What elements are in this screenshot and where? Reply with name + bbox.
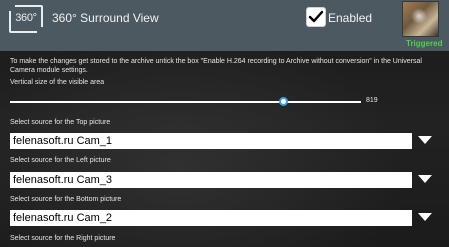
logo-text: 360°	[15, 12, 37, 24]
enabled-checkbox[interactable]	[306, 7, 326, 27]
slider-label: Vertical size of the visible area	[10, 79, 105, 86]
source-select-top[interactable]: felenasoft.ru Cam_1	[10, 133, 412, 149]
360-view-icon: 360°	[9, 5, 43, 33]
chevron-down-icon[interactable]	[418, 175, 432, 185]
source-select-top-value: felenasoft.ru Cam_1	[13, 135, 113, 147]
chevron-down-icon[interactable]	[418, 136, 432, 146]
source-select-bottom-value: felenasoft.ru Cam_2	[13, 212, 113, 224]
slider-handle[interactable]	[279, 97, 288, 106]
page-title: 360° Surround View	[52, 11, 159, 25]
source-select-bottom[interactable]: felenasoft.ru Cam_2	[10, 210, 412, 226]
status-badge: Triggered	[406, 39, 443, 48]
slider-value: 819	[366, 97, 378, 104]
enabled-label[interactable]: Enabled	[328, 11, 372, 25]
source-label-top: Select source for the Top picture	[10, 119, 111, 126]
archive-info-text: To make the changes get stored to the ar…	[10, 58, 422, 74]
source-select-left-value: felenasoft.ru Cam_3	[13, 174, 113, 186]
source-label-left: Select source for the Left picture	[10, 157, 111, 164]
header-bar: 360° 360° Surround View Enabled Triggere…	[0, 0, 449, 51]
chevron-down-icon[interactable]	[418, 213, 432, 223]
source-label-right: Select source for the Right picture	[10, 235, 116, 242]
source-select-left[interactable]: felenasoft.ru Cam_3	[10, 172, 412, 188]
camera-thumbnail[interactable]	[402, 1, 439, 37]
vertical-size-slider[interactable]	[10, 97, 361, 106]
source-label-bottom: Select source for the Bottom picture	[10, 196, 122, 203]
checkmark-icon	[308, 10, 324, 23]
slider-fill	[10, 101, 284, 103]
